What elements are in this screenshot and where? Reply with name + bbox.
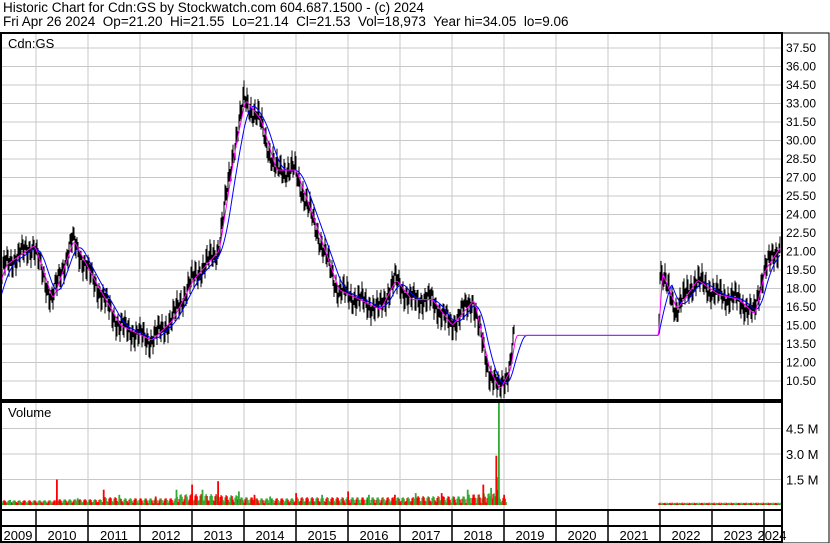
price-tick-label: 24.00 [786, 208, 816, 222]
year-label: 2010 [48, 528, 77, 543]
price-tick-label: 25.50 [786, 189, 816, 203]
volume-bar [154, 496, 157, 505]
volume-bar [498, 403, 500, 505]
price-tick-label: 34.50 [786, 78, 816, 92]
price-bars [0, 80, 781, 399]
volume-bar [217, 481, 219, 505]
year-label: 2024 [758, 528, 787, 543]
year-label: 2017 [412, 528, 441, 543]
volume-bar [490, 488, 492, 505]
volume-bar [175, 489, 178, 505]
year-label: 2021 [620, 528, 649, 543]
volume-bar [347, 491, 349, 505]
year-label: 2019 [516, 528, 545, 543]
price-tick-label: 30.00 [786, 134, 816, 148]
volume-label: Volume [8, 405, 51, 420]
volume-bar [238, 491, 240, 505]
volume-bar [503, 494, 505, 505]
volume-bar [56, 479, 58, 505]
year-label: 2020 [568, 528, 597, 543]
price-panel-border [0, 32, 783, 401]
volume-tick-label: 4.5 M [786, 422, 819, 437]
price-tick-label: 12.00 [786, 356, 816, 370]
volume-panel-border [0, 401, 783, 511]
volume-bar [269, 496, 271, 505]
price-tick-label: 15.00 [786, 319, 816, 333]
price-tick-label: 18.00 [786, 282, 816, 296]
volume-bar [118, 494, 121, 505]
volume-bar [368, 494, 370, 505]
moving-average-short [0, 101, 781, 389]
price-tick-label: 31.50 [786, 115, 816, 129]
year-label: 2023 [724, 528, 753, 543]
year-label: 2018 [464, 528, 493, 543]
volume-bar [779, 502, 781, 505]
price-tick-label: 36.00 [786, 60, 816, 74]
price-tick-label: 28.50 [786, 152, 816, 166]
volume-bar [440, 493, 443, 505]
volume-tick-label: 3.0 M [786, 447, 819, 462]
volume-bar [495, 455, 498, 505]
year-label: 2013 [204, 528, 233, 543]
year-label: 2012 [152, 528, 181, 543]
price-tick-label: 22.50 [786, 226, 816, 240]
year-label: 2015 [308, 528, 337, 543]
volume-bar [191, 484, 193, 505]
volume-bar [76, 498, 79, 505]
year-label: 2014 [256, 528, 285, 543]
year-label: 2009 [4, 528, 33, 543]
stock-chart: 37.50 36.00 34.50 33.00 31.50 30.00 28.50 27.00… [0, 32, 830, 543]
volume-bar [482, 484, 485, 505]
volume-tick-label: 1.5 M [786, 473, 819, 488]
symbol-label: Cdn:GS [8, 36, 55, 51]
price-tick-label: 16.50 [786, 300, 816, 314]
year-label: 2016 [360, 528, 389, 543]
volume-bar [201, 489, 204, 505]
volume-bar [253, 494, 256, 505]
year-label: 2011 [100, 528, 128, 543]
volume-bar [321, 494, 323, 505]
volume-bar [505, 502, 507, 505]
moving-average-long [0, 105, 781, 385]
volume-bar [414, 493, 417, 505]
price-tick-label: 10.50 [786, 374, 816, 388]
price-tick-label: 13.50 [786, 337, 816, 351]
volume-bar [9, 499, 11, 505]
year-label: 2022 [672, 528, 701, 543]
volume-bar [466, 489, 469, 505]
volume-bar [295, 493, 297, 505]
volume-bar [394, 494, 396, 505]
price-tick-label: 33.00 [786, 97, 816, 111]
price-tick-label: 21.00 [786, 245, 816, 259]
price-tick-label: 19.50 [786, 263, 816, 277]
price-tick-label: 27.00 [786, 171, 816, 185]
volume-bar [102, 489, 105, 505]
price-tick-label: 37.50 [786, 41, 816, 55]
